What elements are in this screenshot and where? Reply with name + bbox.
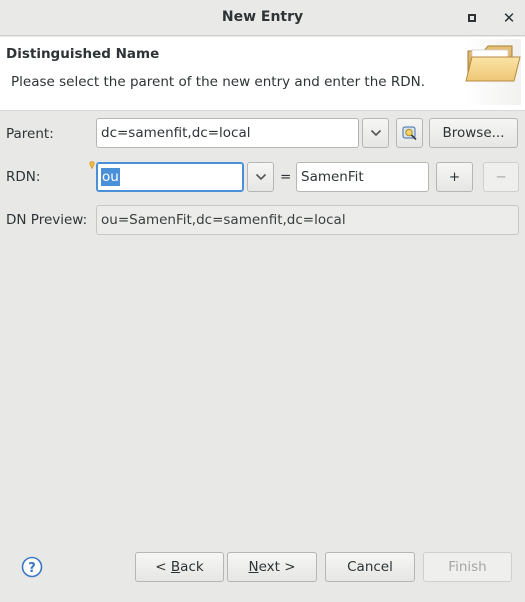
- close-button[interactable]: ✕: [501, 10, 517, 26]
- close-icon: ✕: [502, 9, 516, 27]
- parent-browse-tree-button[interactable]: [396, 118, 423, 148]
- window-title: New Entry: [221, 9, 304, 25]
- folder-icon: [465, 45, 521, 82]
- add-rdn-button[interactable]: +: [436, 162, 473, 192]
- chevron-down-icon: [255, 173, 266, 181]
- title-bar: New Entry ✕: [0, 0, 525, 36]
- ldap-browse-icon: [402, 126, 417, 141]
- back-label-rest: ack: [180, 559, 204, 575]
- back-button[interactable]: < Back: [135, 552, 224, 582]
- rdn-equals-sign: =: [280, 169, 292, 185]
- maximize-icon: [468, 14, 476, 22]
- required-field-marker-icon: [89, 161, 95, 169]
- next-button[interactable]: Next >: [227, 552, 317, 582]
- help-icon[interactable]: ?: [21, 556, 43, 578]
- rdn-type-value: ou: [101, 168, 120, 186]
- page-description: Please select the parent of the new entr…: [11, 74, 426, 90]
- back-prefix: <: [155, 559, 171, 575]
- remove-rdn-button[interactable]: −: [483, 162, 519, 192]
- next-label-rest: ext >: [258, 559, 296, 575]
- parent-input[interactable]: dc=samenfit,dc=local: [96, 118, 359, 148]
- rdn-label: RDN:: [6, 169, 41, 185]
- parent-label: Parent:: [6, 126, 54, 142]
- next-accelerator: N: [248, 559, 259, 575]
- finish-button[interactable]: Finish: [423, 552, 512, 582]
- rdn-type-input[interactable]: ou: [96, 162, 244, 192]
- parent-dropdown-button[interactable]: [362, 118, 389, 148]
- cancel-button[interactable]: Cancel: [325, 552, 415, 582]
- back-accelerator: B: [170, 559, 181, 575]
- maximize-button[interactable]: [464, 10, 480, 26]
- header-image: [464, 39, 521, 105]
- svg-text:?: ?: [28, 561, 36, 576]
- chevron-down-icon: [370, 129, 381, 137]
- rdn-value-input[interactable]: SamenFit: [296, 162, 429, 192]
- wizard-header: Distinguished Name Please select the par…: [0, 37, 525, 111]
- page-title: Distinguished Name: [6, 46, 160, 62]
- browse-button[interactable]: Browse...: [429, 118, 518, 148]
- rdn-type-dropdown-button[interactable]: [247, 162, 274, 192]
- dn-preview-field: ou=SamenFit,dc=samenfit,dc=local: [96, 205, 519, 235]
- dn-preview-label: DN Preview:: [6, 212, 88, 228]
